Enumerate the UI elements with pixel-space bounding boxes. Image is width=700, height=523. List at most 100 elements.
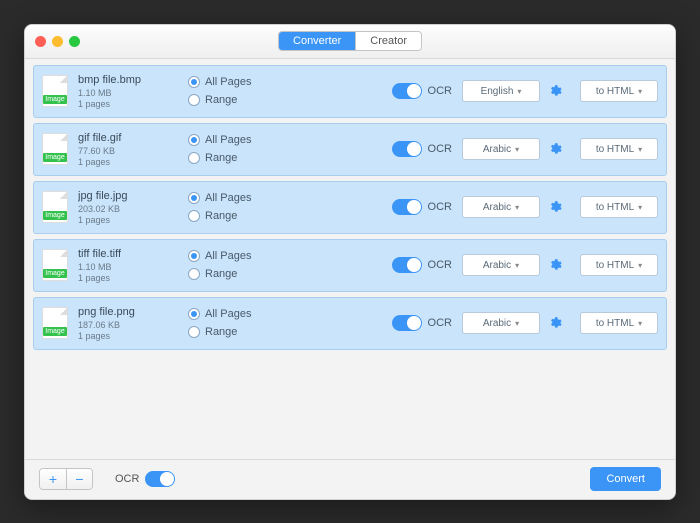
range-radio[interactable]: Range <box>188 210 288 222</box>
gear-icon[interactable] <box>548 142 562 156</box>
file-size: 187.06 KB <box>78 320 188 330</box>
range-label: Range <box>205 326 237 338</box>
image-tag: Image <box>43 211 66 220</box>
maximize-icon[interactable] <box>69 36 80 47</box>
radio-dot-icon <box>188 76 200 88</box>
file-row[interactable]: Imagejpg file.jpg203.02 KB1 pagesAll Pag… <box>33 181 667 234</box>
format-value: to HTML <box>596 144 634 155</box>
file-name: tiff file.tiff <box>78 248 188 260</box>
ocr-label: OCR <box>428 85 452 97</box>
format-select[interactable]: to HTML▾ <box>580 196 658 218</box>
format-select[interactable]: to HTML▾ <box>580 254 658 276</box>
radio-dot-icon <box>188 152 200 164</box>
ocr-toggle[interactable] <box>392 141 422 157</box>
file-meta: png file.png187.06 KB1 pages <box>78 306 188 341</box>
all-pages-label: All Pages <box>205 76 251 88</box>
file-thumbnail: Image <box>42 75 68 107</box>
convert-button[interactable]: Convert <box>590 467 661 491</box>
language-select[interactable]: Arabic▾ <box>462 312 540 334</box>
ocr-label: OCR <box>428 143 452 155</box>
traffic-lights <box>35 36 80 47</box>
format-value: to HTML <box>596 86 634 97</box>
ocr-label: OCR <box>428 259 452 271</box>
range-radio[interactable]: Range <box>188 268 288 280</box>
language-value: Arabic <box>483 260 511 271</box>
all-pages-radio[interactable]: All Pages <box>188 192 288 204</box>
range-label: Range <box>205 152 237 164</box>
all-pages-radio[interactable]: All Pages <box>188 250 288 262</box>
gear-icon[interactable] <box>548 316 562 330</box>
file-meta: tiff file.tiff 1.10 MB1 pages <box>78 248 188 283</box>
file-size: 1.10 MB <box>78 262 188 272</box>
range-label: Range <box>205 94 237 106</box>
file-list: Imagebmp file.bmp1.10 MB1 pagesAll Pages… <box>25 59 675 459</box>
radio-dot-icon <box>188 210 200 222</box>
chevron-down-icon: ▾ <box>638 319 642 328</box>
format-select[interactable]: to HTML ▾ <box>580 138 658 160</box>
minimize-icon[interactable] <box>52 36 63 47</box>
ocr-toggle[interactable] <box>392 199 422 215</box>
file-row[interactable]: Imagetiff file.tiff1.10 MB1 pagesAll Pag… <box>33 239 667 292</box>
mode-segmented-control: Converter Creator <box>278 31 422 51</box>
footer-ocr-toggle[interactable] <box>145 471 175 487</box>
page-range-group: All Pages Range <box>188 250 288 280</box>
gear-icon[interactable] <box>548 258 562 272</box>
app-window: Converter Creator Imagebmp file.bmp1.10 … <box>24 24 676 500</box>
ocr-toggle[interactable] <box>392 315 422 331</box>
file-name: gif file.gif <box>78 132 188 144</box>
language-select[interactable]: Arabic ▾ <box>462 138 540 160</box>
file-pages: 1 pages <box>78 215 188 225</box>
format-select[interactable]: to HTML ▾ <box>580 312 658 334</box>
file-pages: 1 pages <box>78 99 188 109</box>
file-row[interactable]: Imagegif file.gif77.60 KB1 pagesAll Page… <box>33 123 667 176</box>
format-value: to HTML <box>596 202 634 213</box>
file-row[interactable]: Imagepng file.png187.06 KB1 pagesAll Pag… <box>33 297 667 350</box>
add-file-button[interactable]: + <box>40 469 66 489</box>
remove-file-button[interactable]: − <box>66 469 92 489</box>
file-size: 203.02 KB <box>78 204 188 214</box>
radio-dot-icon <box>188 192 200 204</box>
chevron-down-icon: ▾ <box>515 145 519 154</box>
file-pages: 1 pages <box>78 157 188 167</box>
tab-converter[interactable]: Converter <box>279 32 355 50</box>
all-pages-radio[interactable]: All Pages <box>188 308 288 320</box>
range-label: Range <box>205 268 237 280</box>
range-radio[interactable]: Range <box>188 326 288 338</box>
page-range-group: All Pages Range <box>188 192 288 222</box>
ocr-toggle[interactable] <box>392 83 422 99</box>
language-select[interactable]: Arabic▾ <box>462 196 540 218</box>
chevron-down-icon: ▾ <box>638 145 642 154</box>
all-pages-label: All Pages <box>205 134 251 146</box>
file-thumbnail: Image <box>42 133 68 165</box>
image-tag: Image <box>43 95 66 104</box>
page-range-group: All Pages Range <box>188 308 288 338</box>
tab-creator[interactable]: Creator <box>355 32 421 50</box>
language-value: English <box>481 86 514 97</box>
file-name: jpg file.jpg <box>78 190 188 202</box>
language-value: Arabic <box>483 144 511 155</box>
all-pages-radio[interactable]: All Pages <box>188 76 288 88</box>
format-select[interactable]: to HTML▾ <box>580 80 658 102</box>
file-size: 1.10 MB <box>78 88 188 98</box>
range-radio[interactable]: Range <box>188 94 288 106</box>
file-pages: 1 pages <box>78 273 188 283</box>
page-range-group: All Pages Range <box>188 76 288 106</box>
ocr-label: OCR <box>428 317 452 329</box>
add-remove-group: + − <box>39 468 93 490</box>
chevron-down-icon: ▾ <box>515 203 519 212</box>
range-radio[interactable]: Range <box>188 152 288 164</box>
close-icon[interactable] <box>35 36 46 47</box>
file-thumbnail: Image <box>42 249 68 281</box>
file-meta: jpg file.jpg 203.02 KB1 pages <box>78 190 188 225</box>
gear-icon[interactable] <box>548 200 562 214</box>
language-select[interactable]: English▾ <box>462 80 540 102</box>
file-row[interactable]: Imagebmp file.bmp1.10 MB1 pagesAll Pages… <box>33 65 667 118</box>
footer-ocr-label: OCR <box>115 473 139 485</box>
language-select[interactable]: Arabic▾ <box>462 254 540 276</box>
format-value: to HTML <box>596 260 634 271</box>
radio-dot-icon <box>188 308 200 320</box>
gear-icon[interactable] <box>548 84 562 98</box>
all-pages-radio[interactable]: All Pages <box>188 134 288 146</box>
format-value: to HTML <box>596 318 634 329</box>
ocr-toggle[interactable] <box>392 257 422 273</box>
